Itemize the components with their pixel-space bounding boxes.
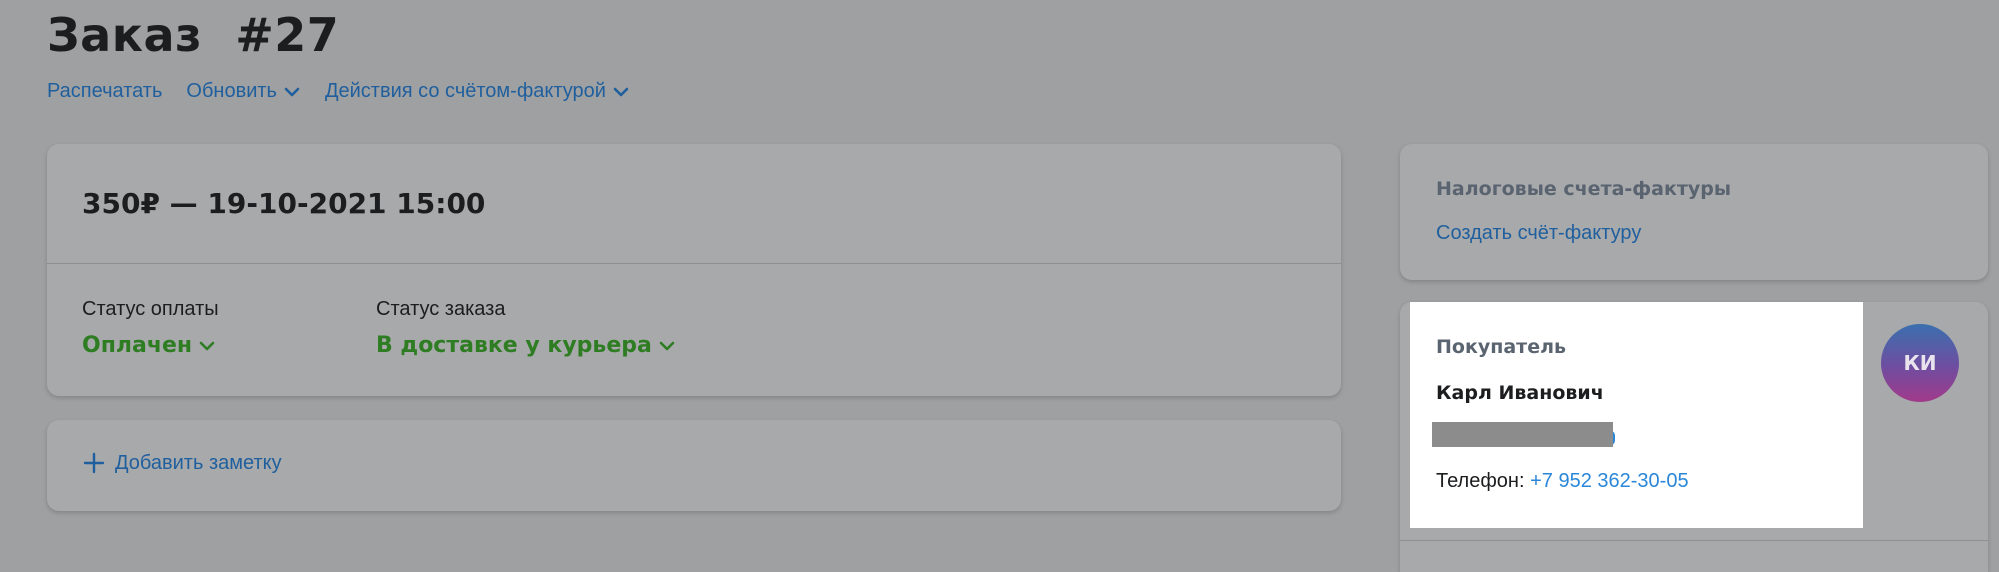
page-title: Заказ #27 xyxy=(47,8,340,62)
print-action-label: Распечатать xyxy=(47,80,163,102)
avatar: КИ xyxy=(1881,324,1959,402)
divider xyxy=(1400,540,1988,541)
redacted-email xyxy=(1432,422,1613,447)
buyer-title: Покупатель xyxy=(1436,336,1567,358)
create-invoice-link[interactable]: Создать счёт-фактуру xyxy=(1436,222,1641,245)
order-card: 350₽ — 19-10-2021 15:00 Статус оплаты Оп… xyxy=(47,144,1341,396)
payment-status-label: Статус оплаты xyxy=(82,298,219,320)
order-summary: 350₽ — 19-10-2021 15:00 xyxy=(47,144,1341,264)
buyer-phone: Телефон: +7 952 362-30-05 xyxy=(1436,470,1689,493)
note-card: Добавить заметку xyxy=(47,420,1341,511)
buyer-name: Карл Иванович xyxy=(1436,382,1604,404)
chevron-down-icon xyxy=(613,87,629,96)
order-status-value: В доставке у курьера xyxy=(376,333,652,358)
invoice-actions-label: Действия со счётом-фактурой xyxy=(324,80,606,102)
chevron-down-icon xyxy=(199,341,215,350)
invoice-actions-dropdown[interactable]: Действия со счётом-фактурой xyxy=(325,80,630,103)
order-status-label: Статус заказа xyxy=(376,298,506,320)
payment-status-dropdown[interactable]: Оплачен xyxy=(82,333,219,358)
chevron-down-icon xyxy=(659,341,675,350)
phone-label: Телефон: xyxy=(1436,470,1525,492)
phone-link[interactable]: +7 952 362-30-05 xyxy=(1530,470,1688,492)
add-note-button[interactable]: Добавить заметку xyxy=(82,451,282,475)
order-status-dropdown[interactable]: В доставке у курьера xyxy=(376,333,676,358)
payment-status-value: Оплачен xyxy=(82,333,193,358)
buyer-card: Покупатель Карл Иванович Телефон: +7 952… xyxy=(1400,302,1988,572)
tax-invoices-card: Налоговые счета-фактуры Создать счёт-фак… xyxy=(1400,144,1988,280)
payment-status-block: Статус оплаты Оплачен xyxy=(82,298,219,358)
print-action[interactable]: Распечатать xyxy=(47,80,162,103)
refresh-dropdown-label: Обновить xyxy=(186,80,277,102)
order-status-block: Статус заказа В доставке у курьера xyxy=(376,298,676,358)
avatar-initials: КИ xyxy=(1903,351,1937,375)
order-actions-bar: Распечатать Обновить Действия со счётом-… xyxy=(47,80,654,103)
refresh-dropdown[interactable]: Обновить xyxy=(186,80,301,103)
add-note-label: Добавить заметку xyxy=(115,451,282,474)
chevron-down-icon xyxy=(284,87,300,96)
plus-icon xyxy=(83,452,105,474)
tax-invoices-title: Налоговые счета-фактуры xyxy=(1436,178,1732,200)
